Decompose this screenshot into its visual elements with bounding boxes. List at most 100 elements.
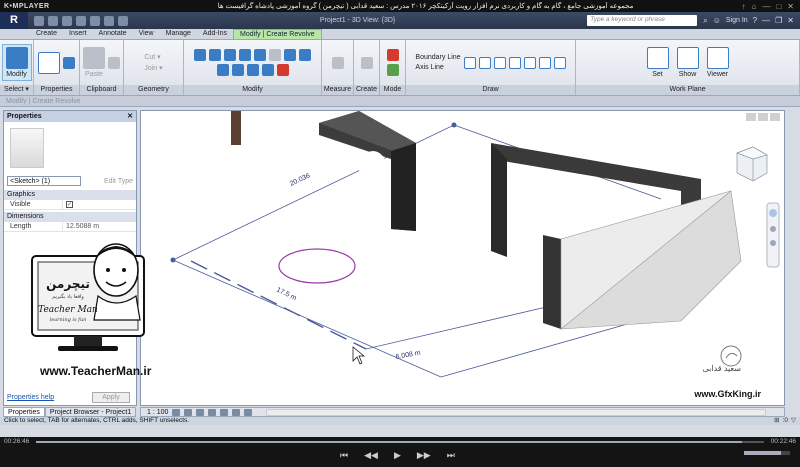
create-similar-icon[interactable]	[360, 56, 373, 69]
crop-view-icon[interactable]	[220, 408, 229, 416]
edit-type-button[interactable]: Edit Type	[104, 178, 133, 185]
mirror-axis-icon[interactable]	[224, 49, 236, 61]
redo-icon[interactable]	[76, 15, 86, 26]
tab-add-ins[interactable]: Add-Ins	[197, 29, 233, 39]
close-view-icon[interactable]	[770, 113, 780, 121]
copy-icon[interactable]	[108, 56, 120, 69]
finish-edit-icon[interactable]	[386, 64, 399, 76]
tab-create[interactable]: Create	[30, 29, 63, 39]
group-graphics[interactable]: Graphics	[4, 190, 136, 200]
undo-icon[interactable]	[62, 15, 72, 26]
horizontal-scrollbar[interactable]	[266, 408, 766, 416]
select-dropdown[interactable]: Select ▾	[0, 85, 33, 95]
show-button[interactable]: Show	[676, 47, 699, 78]
binoculars-icon[interactable]: ⌕	[703, 16, 707, 26]
help-icon[interactable]: ?	[753, 16, 757, 25]
pin-icon[interactable]: ↑	[742, 2, 746, 11]
delete-icon[interactable]	[276, 64, 289, 76]
properties-help-link[interactable]: Properties help	[7, 394, 54, 401]
restore-button[interactable]: ❐	[775, 16, 782, 25]
temporary-hide-icon[interactable]	[232, 408, 241, 416]
rectangle-icon[interactable]	[478, 56, 491, 69]
previous-icon[interactable]: ⏮	[340, 450, 348, 461]
type-properties-icon[interactable]	[63, 56, 75, 69]
minimize-view-icon[interactable]	[746, 113, 756, 121]
application-menu-button[interactable]: R	[0, 12, 28, 29]
sign-in-button[interactable]: Sign In	[726, 17, 748, 24]
3d-viewport[interactable]: 20.036 17.5 m 6.008 m سعید قدابی www.Gfx…	[140, 110, 785, 406]
next-icon[interactable]: ⏭	[447, 450, 455, 461]
tab-manage[interactable]: Manage	[160, 29, 197, 39]
cut-button[interactable]: Cut ▾	[144, 53, 160, 61]
save-icon[interactable]	[48, 15, 58, 26]
modify-button[interactable]: Modify	[1, 44, 32, 81]
cancel-edit-icon[interactable]	[386, 49, 399, 61]
worksets-icon[interactable]: ⊞	[774, 417, 779, 425]
apply-button[interactable]: Apply	[92, 392, 130, 403]
line-icon[interactable]	[463, 56, 476, 69]
pin-icon[interactable]	[269, 49, 281, 61]
circle-icon[interactable]	[508, 56, 521, 69]
reveal-hidden-icon[interactable]	[244, 408, 253, 416]
scale-icon[interactable]	[261, 64, 274, 76]
spline-icon[interactable]	[538, 56, 551, 69]
properties-icon[interactable]	[38, 51, 60, 74]
text-icon[interactable]	[104, 15, 114, 26]
align-icon[interactable]	[194, 49, 206, 61]
paste-button[interactable]: Paste	[83, 47, 105, 78]
pick-lines-icon[interactable]	[553, 56, 566, 69]
close-button[interactable]: ✕	[787, 16, 794, 25]
tab-properties[interactable]: Properties	[3, 407, 45, 417]
seek-bar[interactable]	[36, 441, 764, 443]
array-icon[interactable]	[246, 64, 259, 76]
rewind-icon[interactable]: ◀◀	[364, 450, 378, 461]
join-button[interactable]: Join ▾	[144, 64, 162, 72]
tab-annotate[interactable]: Annotate	[93, 29, 133, 39]
arc-icon[interactable]	[523, 56, 536, 69]
visual-style-icon[interactable]	[184, 408, 193, 416]
group-dimensions[interactable]: Dimensions	[4, 212, 136, 222]
type-selector[interactable]: <Sketch> (1)	[7, 176, 81, 186]
mirror-draw-icon[interactable]	[239, 49, 251, 61]
close-icon[interactable]: ✕	[127, 111, 133, 122]
copy-element-icon[interactable]	[299, 49, 311, 61]
filter-icon[interactable]: ▽	[791, 417, 796, 425]
open-icon[interactable]	[34, 15, 44, 26]
rotate-icon[interactable]	[216, 64, 229, 76]
set-button[interactable]: Set	[646, 47, 669, 78]
restore-view-icon[interactable]	[758, 113, 768, 121]
search-input[interactable]: Type a keyword or phrase	[587, 15, 698, 26]
axis-line-button[interactable]: Axis Line	[415, 64, 460, 71]
shadows-icon[interactable]	[208, 408, 217, 416]
split-icon[interactable]	[254, 49, 266, 61]
volume-slider[interactable]	[744, 451, 790, 455]
polygon-icon[interactable]	[493, 56, 506, 69]
draw-panel: Boundary Line Axis Line Draw	[406, 40, 576, 95]
tab-insert[interactable]: Insert	[63, 29, 93, 39]
minimize-button[interactable]: —	[762, 16, 770, 25]
detail-level-icon[interactable]	[172, 408, 181, 416]
fast-forward-icon[interactable]: ▶▶	[417, 450, 431, 461]
user-icon[interactable]: ☺	[713, 16, 721, 25]
model-canvas[interactable]: 20.036 17.5 m 6.008 m سعید قدابی www.Gfx…	[141, 111, 785, 406]
trim-icon[interactable]	[231, 64, 244, 76]
tab-view[interactable]: View	[133, 29, 160, 39]
maximize-button[interactable]: □	[776, 2, 781, 11]
3d-view-icon[interactable]	[118, 15, 128, 26]
boundary-line-button[interactable]: Boundary Line	[415, 54, 460, 61]
play-icon[interactable]: ▶	[394, 450, 401, 461]
close-button[interactable]: ✕	[787, 2, 794, 11]
tab-modify-create-revolve[interactable]: Modify | Create Revolve	[233, 29, 322, 39]
visible-checkbox[interactable]: ✓	[66, 201, 73, 208]
move-icon[interactable]	[284, 49, 296, 61]
home-icon[interactable]: ⌂	[752, 2, 757, 11]
sun-path-icon[interactable]	[196, 408, 205, 416]
view-scale[interactable]: 1 : 100	[147, 409, 168, 416]
measure-tool-icon[interactable]	[331, 56, 344, 69]
offset-icon[interactable]	[209, 49, 221, 61]
minimize-button[interactable]: —	[762, 2, 770, 11]
viewcube[interactable]	[736, 146, 768, 182]
tab-project-browser[interactable]: Project Browser - Project1	[44, 407, 137, 417]
viewer-button[interactable]: Viewer	[706, 47, 729, 78]
measure-icon[interactable]	[90, 15, 100, 26]
